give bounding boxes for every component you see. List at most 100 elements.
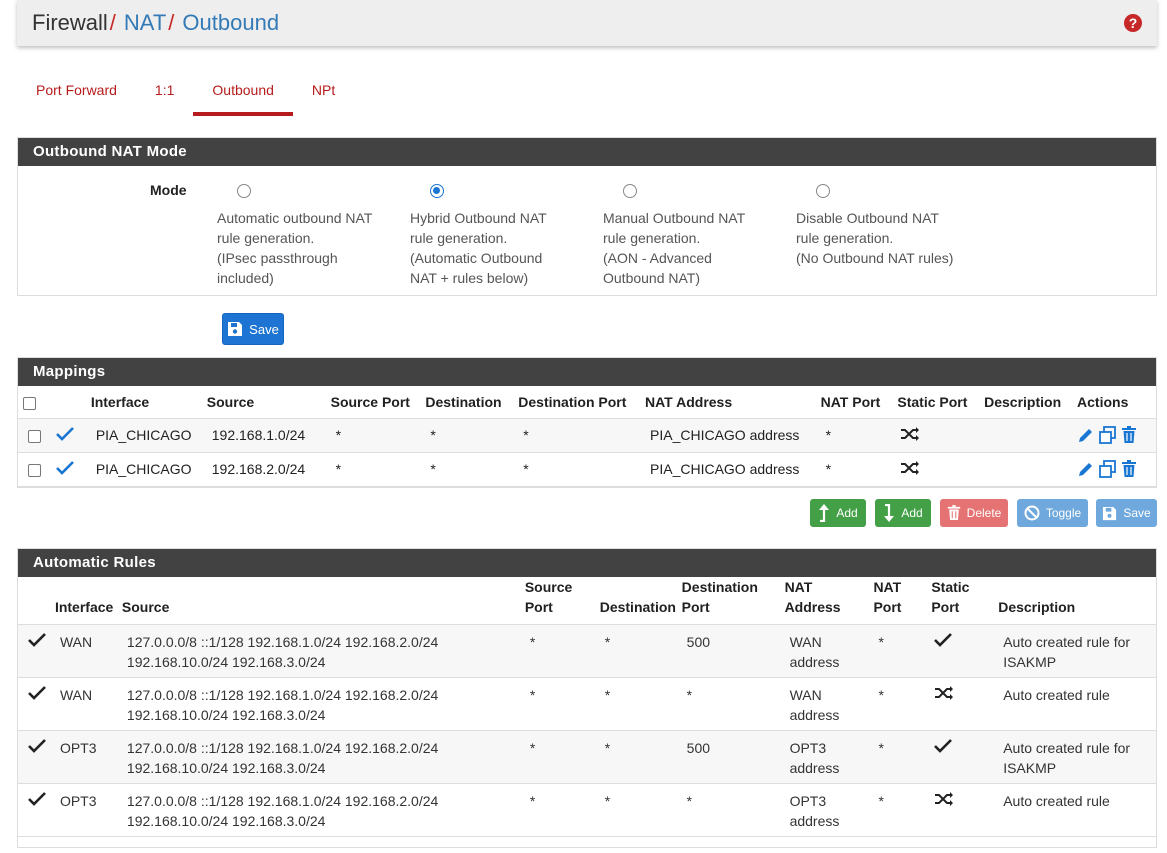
cell-description: Auto created rule — [998, 677, 1156, 731]
cell-destination-port: * — [681, 783, 785, 837]
cell-source-port: * — [330, 418, 426, 453]
column-header: Destination — [599, 577, 682, 625]
cell-source-port: * — [524, 783, 600, 837]
mode-option-automatic[interactable]: Automatic outbound NAT rule generation. … — [217, 184, 397, 288]
tab-bar: Port Forward 1:1 Outbound NPt — [17, 70, 354, 116]
cell-description: Auto created rule for ISAKMP — [998, 624, 1156, 678]
cell-destination-port: 500 — [681, 730, 785, 784]
table-row[interactable]: PIA_CHICAGO 192.168.1.0/24 * * * PIA_CHI… — [18, 418, 1156, 453]
column-header: Static Port — [931, 577, 999, 625]
mode-option-text: (No Outbound NAT rules) — [796, 250, 954, 266]
cell-nat-address: WAN address — [784, 677, 874, 731]
mode-option-manual[interactable]: Manual Outbound NAT rule generation. (AO… — [603, 184, 783, 288]
mode-option-disable[interactable]: Disable Outbound NAT rule generation. (N… — [796, 184, 996, 268]
cell-destination-port: * — [518, 418, 645, 453]
table-row: WAN 127.0.0.0/8 ::1/128 192.168.1.0/24 1… — [18, 624, 1156, 678]
cell-destination: * — [599, 624, 682, 678]
save-mappings-button[interactable]: Save — [1096, 499, 1157, 527]
column-header: Actions — [1077, 386, 1156, 419]
tab-port-forward[interactable]: Port Forward — [17, 70, 136, 116]
tab-one-to-one[interactable]: 1:1 — [136, 70, 193, 116]
column-header: Destination Port — [518, 386, 645, 419]
cell-interface: OPT3 — [54, 730, 122, 784]
cell-nat-port: * — [873, 677, 932, 731]
cell-destination-port: * — [681, 677, 785, 731]
level-down-icon — [884, 504, 895, 522]
cell-nat-port: * — [873, 783, 932, 837]
check-icon[interactable] — [56, 460, 74, 476]
check-icon — [28, 739, 46, 753]
edit-pencil-icon[interactable] — [1077, 426, 1095, 444]
column-header: Source — [206, 386, 331, 419]
cell-source-port: * — [524, 677, 600, 731]
cell-description: Auto created rule for ISAKMP — [998, 730, 1156, 784]
add-top-label: Add — [836, 506, 858, 520]
mode-radio-automatic[interactable] — [237, 184, 251, 198]
save-mappings-label: Save — [1123, 506, 1151, 520]
breadcrumb-separator: / — [109, 10, 116, 35]
tab-outbound[interactable]: Outbound — [193, 70, 293, 116]
cell-source: 127.0.0.0/8 ::1/128 192.168.1.0/24 192.1… — [121, 624, 525, 678]
save-button-label: Save — [249, 321, 279, 337]
cell-destination: * — [599, 783, 682, 837]
breadcrumb-separator: / — [168, 10, 175, 35]
row-checkbox[interactable] — [28, 463, 41, 477]
table-row[interactable]: PIA_CHICAGO 192.168.2.0/24 * * * PIA_CHI… — [18, 452, 1156, 487]
cell-nat-port: * — [873, 624, 932, 678]
select-all-checkbox[interactable] — [23, 396, 36, 410]
toggle-button[interactable]: Toggle — [1017, 499, 1088, 527]
random-icon — [935, 792, 954, 806]
mode-option-text: Manual Outbound NAT — [603, 210, 746, 226]
add-top-button[interactable]: Add — [810, 499, 866, 527]
cell-description — [984, 452, 1078, 487]
mode-option-text: Automatic outbound NAT — [217, 210, 373, 226]
mode-radio-manual[interactable] — [623, 184, 637, 198]
panel-title: Mappings — [18, 358, 1156, 386]
mode-option-text: Hybrid Outbound NAT — [410, 210, 547, 226]
table-header-row: Interface Source Source Port Destination… — [18, 386, 1156, 419]
cell-nat-port: * — [820, 452, 898, 487]
mode-option-text: rule generation. — [603, 230, 701, 246]
row-checkbox[interactable] — [28, 429, 41, 443]
question-circle-icon[interactable]: ? — [1124, 14, 1142, 32]
check-icon — [28, 633, 46, 647]
column-header: NAT Port — [820, 386, 898, 419]
trash-icon[interactable] — [1121, 460, 1137, 478]
column-header: NAT Port — [873, 577, 932, 625]
table-row: WAN 127.0.0.0/8 ::1/128 192.168.1.0/24 1… — [18, 677, 1156, 731]
column-header: Destination Port — [681, 577, 785, 625]
delete-label: Delete — [966, 506, 1002, 520]
delete-button[interactable]: Delete — [940, 499, 1008, 527]
mode-radio-hybrid[interactable] — [430, 184, 444, 198]
cell-description — [984, 418, 1078, 453]
cell-destination: * — [599, 677, 682, 731]
copy-icon[interactable] — [1099, 460, 1117, 479]
cell-source-port: * — [330, 452, 426, 487]
breadcrumb-nat-link[interactable]: NAT — [124, 10, 166, 36]
table-header-row: Interface Source Source Port Destination … — [18, 577, 1156, 625]
save-mode-button[interactable]: Save — [222, 313, 284, 345]
toggle-label: Toggle — [1045, 506, 1082, 520]
column-header: NAT Address — [784, 577, 874, 625]
copy-icon[interactable] — [1099, 426, 1117, 445]
add-bottom-button[interactable]: Add — [875, 499, 931, 527]
mode-label: Mode — [150, 182, 187, 198]
edit-pencil-icon[interactable] — [1077, 460, 1095, 478]
cell-interface: PIA_CHICAGO — [90, 418, 207, 453]
check-icon[interactable] — [56, 426, 74, 442]
tab-npt[interactable]: NPt — [293, 70, 354, 116]
check-icon — [934, 633, 953, 647]
cell-interface: WAN — [54, 624, 122, 678]
cell-nat-address: OPT3 address — [784, 730, 874, 784]
check-icon — [28, 792, 46, 806]
mode-option-hybrid[interactable]: Hybrid Outbound NAT rule generation. (Au… — [410, 184, 590, 288]
save-icon — [228, 322, 243, 336]
breadcrumb-outbound-link[interactable]: Outbound — [182, 10, 279, 36]
cell-interface: OPT3 — [54, 783, 122, 837]
mode-radio-disable[interactable] — [816, 184, 830, 198]
cell-destination-port: * — [518, 452, 645, 487]
breadcrumb-firewall: Firewall — [32, 10, 108, 35]
cell-source-port: * — [524, 624, 600, 678]
mode-option-text: included) — [217, 270, 274, 286]
trash-icon[interactable] — [1121, 426, 1137, 444]
